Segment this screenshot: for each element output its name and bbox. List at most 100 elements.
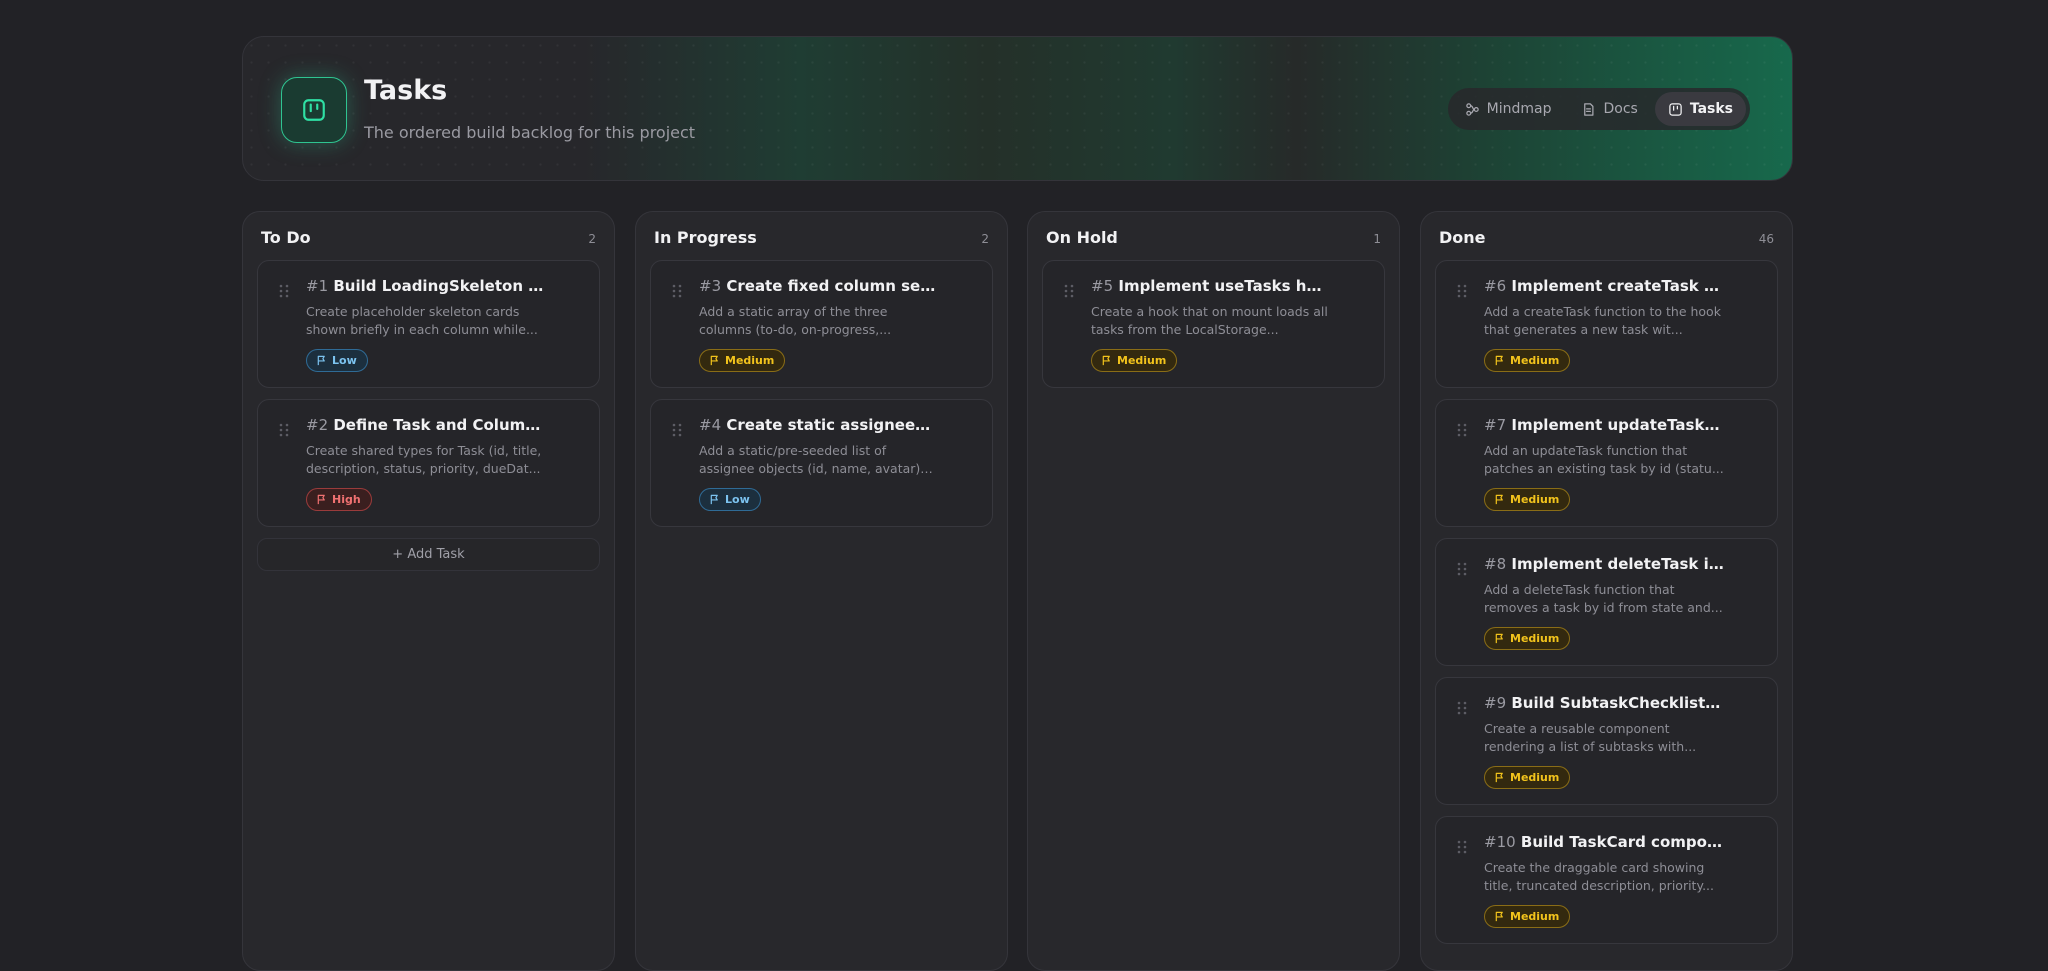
priority-badge: High xyxy=(306,488,372,511)
drag-handle-icon[interactable] xyxy=(1457,562,1467,576)
priority-label: Medium xyxy=(1117,354,1167,367)
task-card[interactable]: #8 Implement deleteTask in ... Add a del… xyxy=(1435,538,1778,666)
priority-label: Medium xyxy=(1510,632,1560,645)
column-title: To Do xyxy=(261,228,311,247)
task-title-text: Build SubtaskChecklist co... xyxy=(1511,694,1724,712)
task-number: #1 xyxy=(306,277,329,295)
task-description: Create placeholder skeleton cards shown … xyxy=(306,304,538,337)
drag-handle-icon[interactable] xyxy=(1457,423,1467,437)
task-number: #5 xyxy=(1091,277,1114,295)
column-title: In Progress xyxy=(654,228,757,247)
add-task-button[interactable]: + Add Task xyxy=(257,538,600,571)
column-title: Done xyxy=(1439,228,1486,247)
nav-docs-label: Docs xyxy=(1603,101,1638,117)
nav-mindmap[interactable]: Mindmap xyxy=(1452,92,1565,126)
flag-icon xyxy=(1495,355,1503,366)
task-description: Create a hook that on mount loads all ta… xyxy=(1091,304,1328,337)
column-in-progress: In Progress 2 #3 Create fixed column see… xyxy=(635,211,1008,971)
task-number: #9 xyxy=(1484,694,1507,712)
task-card[interactable]: #6 Implement createTask in ... Add a cre… xyxy=(1435,260,1778,388)
task-description: Create shared types for Task (id, title,… xyxy=(306,443,542,476)
priority-label: Low xyxy=(725,493,750,506)
column-count: 2 xyxy=(588,232,596,246)
column-header: On Hold 1 xyxy=(1046,228,1381,247)
nav-docs[interactable]: Docs xyxy=(1568,92,1650,126)
drag-handle-icon[interactable] xyxy=(672,284,682,298)
task-card[interactable]: #4 Create static assignees se... Add a s… xyxy=(650,399,993,527)
tasks-icon xyxy=(1669,102,1682,116)
kanban-board-icon xyxy=(303,99,325,121)
task-title: #2 Define Task and Column T... xyxy=(306,416,546,434)
task-card[interactable]: #3 Create fixed column seed ... Add a st… xyxy=(650,260,993,388)
task-title-text: Build TaskCard component xyxy=(1520,833,1724,851)
column-header: To Do 2 xyxy=(261,228,596,247)
task-description: Add a createTask function to the hook th… xyxy=(1484,304,1721,337)
task-number: #7 xyxy=(1484,416,1507,434)
nav-mindmap-label: Mindmap xyxy=(1486,101,1552,117)
task-description: Add a static array of the three columns … xyxy=(699,304,892,337)
column-to-do: To Do 2 #1 Build LoadingSkeleton co... C… xyxy=(242,211,615,971)
column-count: 46 xyxy=(1758,232,1774,246)
task-title-text: Build LoadingSkeleton co... xyxy=(333,277,546,295)
task-card[interactable]: #7 Implement updateTask in ... Add an up… xyxy=(1435,399,1778,527)
priority-label: Medium xyxy=(1510,354,1560,367)
column-title: On Hold xyxy=(1046,228,1118,247)
priority-badge: Medium xyxy=(1484,905,1571,928)
task-number: #3 xyxy=(699,277,722,295)
task-title-text: Implement createTask in ... xyxy=(1511,277,1724,295)
priority-badge: Low xyxy=(699,488,761,511)
mindmap-icon xyxy=(1465,102,1479,116)
drag-handle-icon[interactable] xyxy=(279,284,289,298)
task-number: #10 xyxy=(1484,833,1516,851)
task-title: #6 Implement createTask in ... xyxy=(1484,277,1724,295)
task-title-text: Implement deleteTask in ... xyxy=(1511,555,1724,573)
column-count: 1 xyxy=(1373,232,1381,246)
priority-label: Medium xyxy=(1510,493,1560,506)
drag-handle-icon[interactable] xyxy=(1457,284,1467,298)
task-card[interactable]: #9 Build SubtaskChecklist co... Create a… xyxy=(1435,677,1778,805)
page-subtitle: The ordered build backlog for this proje… xyxy=(364,123,696,142)
task-description: Create the draggable card showing title,… xyxy=(1484,860,1714,893)
nav-tasks[interactable]: Tasks xyxy=(1654,92,1746,126)
column-count: 2 xyxy=(981,232,989,246)
task-title: #5 Implement useTasks hook... xyxy=(1091,277,1331,295)
task-description: Add a static/pre-seeded list of assignee… xyxy=(699,443,921,476)
task-card[interactable]: #10 Build TaskCard component Create the … xyxy=(1435,816,1778,944)
task-description: Add an updateTask function that patches … xyxy=(1484,443,1724,476)
task-card[interactable]: #2 Define Task and Column T... Create sh… xyxy=(257,399,600,527)
flag-icon xyxy=(1102,355,1110,366)
task-number: #2 xyxy=(306,416,329,434)
drag-handle-icon[interactable] xyxy=(1457,840,1467,854)
priority-badge: Medium xyxy=(699,349,786,372)
column-header: Done 46 xyxy=(1439,228,1774,247)
task-description: Create a reusable component rendering a … xyxy=(1484,721,1697,754)
view-switcher: Mindmap Docs Tasks xyxy=(1447,88,1750,130)
drag-handle-icon[interactable] xyxy=(279,423,289,437)
task-title-text: Define Task and Column T... xyxy=(333,416,546,434)
card-list: #3 Create fixed column seed ... Add a st… xyxy=(650,260,993,538)
drag-handle-icon[interactable] xyxy=(672,423,682,437)
task-number: #4 xyxy=(699,416,722,434)
task-number: #8 xyxy=(1484,555,1507,573)
priority-label: Medium xyxy=(725,354,775,367)
nav-tasks-label: Tasks xyxy=(1689,101,1733,117)
task-number: #6 xyxy=(1484,277,1507,295)
task-title-text: Create fixed column seed ... xyxy=(726,277,939,295)
column-header: In Progress 2 xyxy=(654,228,989,247)
flag-icon xyxy=(1495,494,1503,505)
task-card[interactable]: #1 Build LoadingSkeleton co... Create pl… xyxy=(257,260,600,388)
task-title: #7 Implement updateTask in ... xyxy=(1484,416,1724,434)
flag-icon xyxy=(1495,772,1503,783)
task-card[interactable]: #5 Implement useTasks hook... Create a h… xyxy=(1042,260,1385,388)
flag-icon xyxy=(317,355,325,366)
drag-handle-icon[interactable] xyxy=(1457,701,1467,715)
column-done: Done 46 #6 Implement createTask in ... A… xyxy=(1420,211,1793,971)
flag-icon xyxy=(317,494,325,505)
page-title: Tasks xyxy=(364,75,448,106)
task-title-text: Implement updateTask in ... xyxy=(1511,416,1724,434)
priority-badge: Medium xyxy=(1484,766,1571,789)
task-title: #8 Implement deleteTask in ... xyxy=(1484,555,1724,573)
task-title: #10 Build TaskCard component xyxy=(1484,833,1724,851)
task-title-text: Implement useTasks hook... xyxy=(1118,277,1331,295)
drag-handle-icon[interactable] xyxy=(1064,284,1074,298)
